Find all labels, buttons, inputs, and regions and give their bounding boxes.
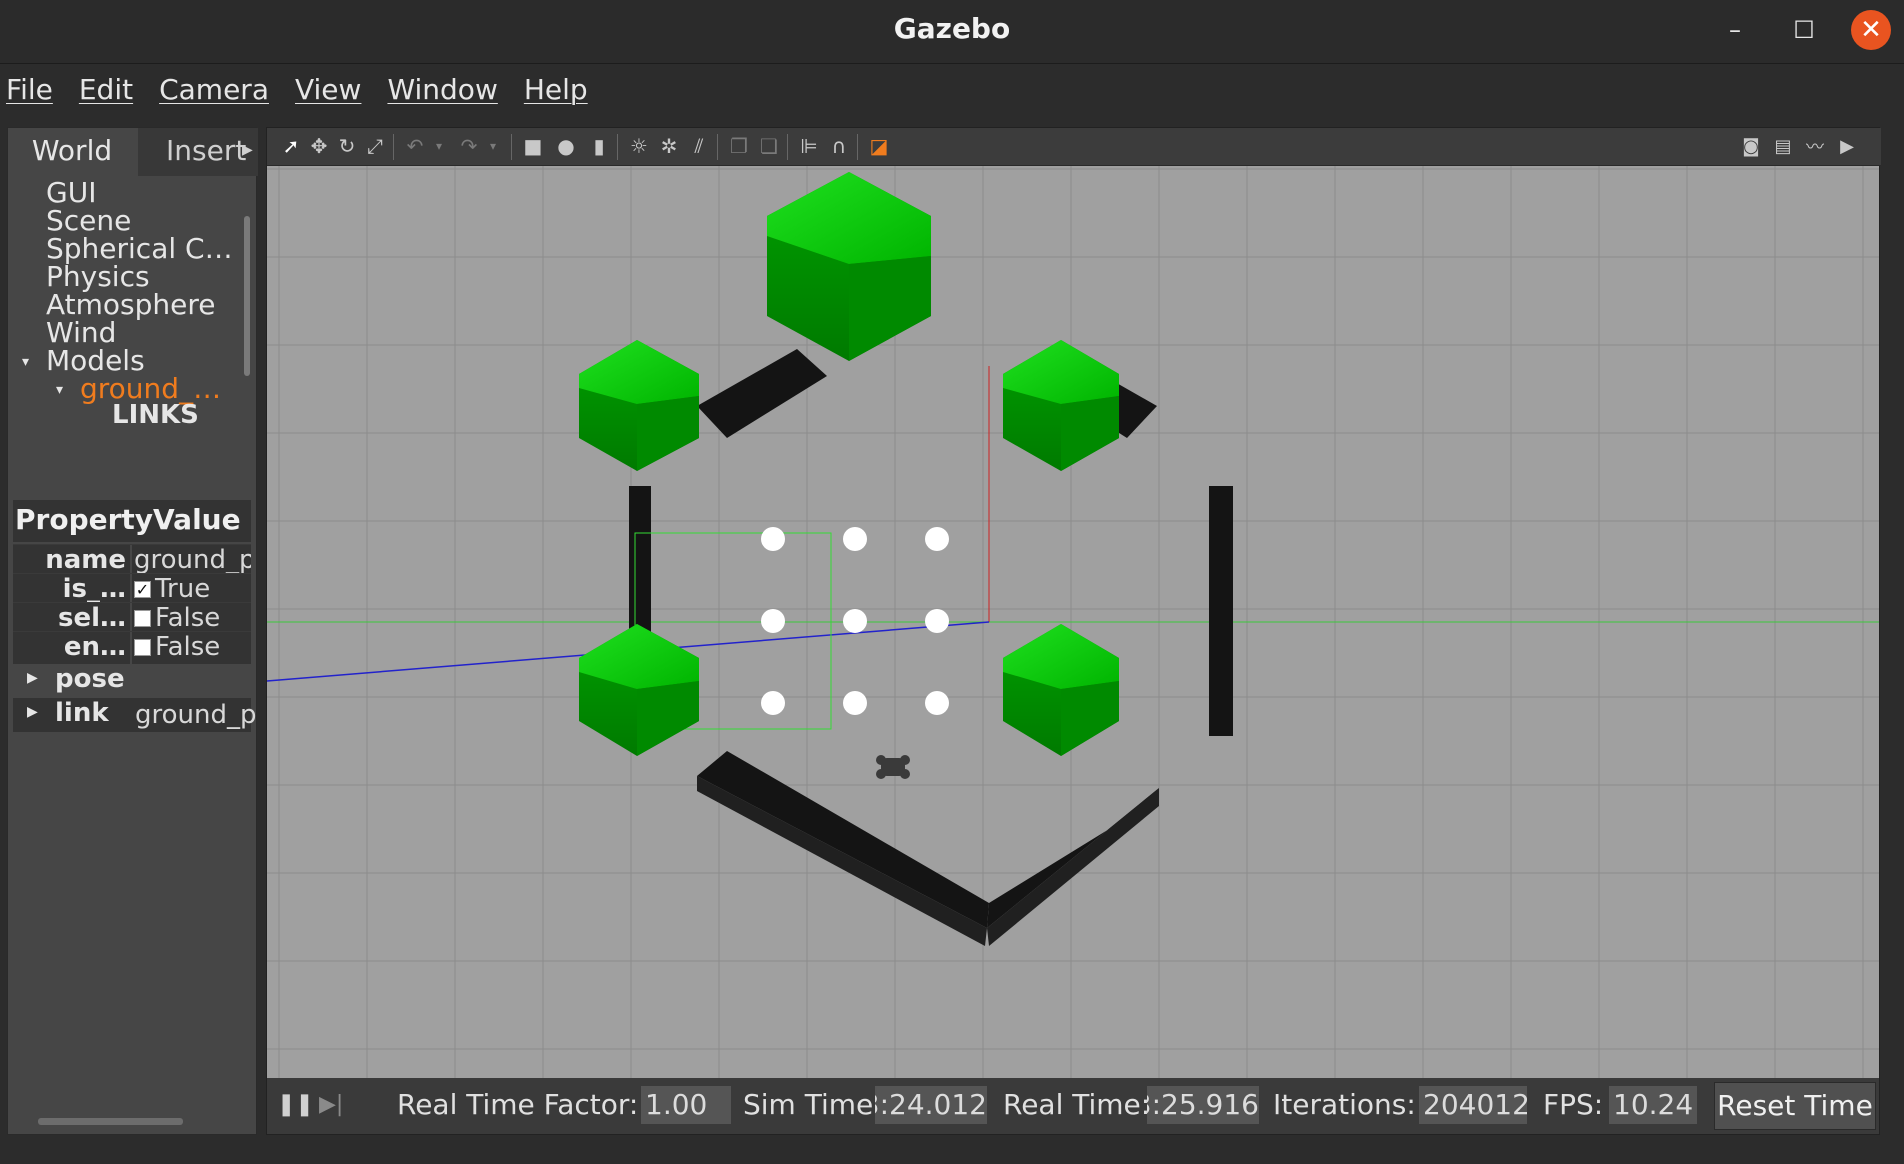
fps-value: 10.24 <box>1609 1086 1697 1124</box>
property-name: pose <box>55 664 125 694</box>
fps-label: FPS: <box>1543 1088 1604 1121</box>
property-pose-expander[interactable]: ▶ pose <box>13 664 251 698</box>
menu-window[interactable]: Window <box>387 73 497 106</box>
redo-dropdown-icon[interactable]: ▾ <box>479 132 507 160</box>
step-icon[interactable]: ▶| <box>319 1092 343 1117</box>
menu-file[interactable]: File <box>6 73 53 106</box>
box-icon[interactable]: ■ <box>519 132 547 160</box>
maximize-button[interactable]: ☐ <box>1784 10 1824 50</box>
marker-dots <box>761 527 949 715</box>
screenshot-icon[interactable]: ◙ <box>1737 132 1765 160</box>
sim-time-label: Sim Time: <box>743 1088 883 1121</box>
tree-scrollbar[interactable] <box>244 216 250 376</box>
pillar-lower-left <box>579 624 699 756</box>
ground-model-collapse-icon[interactable]: ▾ <box>56 382 63 398</box>
property-value: False <box>155 603 221 633</box>
log-icon[interactable]: ▤ <box>1769 132 1797 160</box>
scene-render <box>267 166 1879 1078</box>
scale-icon[interactable]: ⤢ <box>361 132 389 160</box>
expand-arrow-icon: ▶ <box>27 670 38 686</box>
property-value: False <box>155 632 221 662</box>
left-panel-hscrollbar[interactable] <box>38 1118 183 1125</box>
menu-help[interactable]: Help <box>524 73 588 106</box>
property-name: link <box>55 698 109 728</box>
tab-insert[interactable]: Insert ▶ <box>138 128 258 176</box>
world-tree: GUI Scene Spherical C… Physics Atmospher… <box>8 176 258 546</box>
menu-view[interactable]: View <box>295 73 361 106</box>
minimize-button[interactable]: – <box>1715 10 1755 50</box>
video-icon[interactable]: ▶ <box>1833 132 1861 160</box>
status-bar: ❚❚ ▶| Real Time Factor: 1.00 Sim Time: 3… <box>267 1078 1879 1134</box>
copy-icon[interactable]: ❐ <box>725 132 753 160</box>
rotate-icon[interactable]: ↻ <box>333 132 361 160</box>
close-button[interactable]: ✕ <box>1851 10 1891 50</box>
pause-icon[interactable]: ❚❚ <box>277 1092 314 1117</box>
plot-icon[interactable]: 〰 <box>1801 132 1829 160</box>
real-time-factor-label: Real Time Factor: <box>397 1088 639 1121</box>
pillar-upper-right <box>1003 340 1119 471</box>
menu-edit[interactable]: Edit <box>79 73 133 106</box>
hexagon-walls <box>629 349 1233 946</box>
property-header: PropertyValue <box>13 500 251 542</box>
models-collapse-icon[interactable]: ▾ <box>22 354 29 370</box>
gazebo-window: Gazebo – ☐ ✕ File Edit Camera View Windo… <box>0 0 1904 1164</box>
select-arrow-icon[interactable]: ➚ <box>277 132 305 160</box>
property-name: en… <box>13 632 130 664</box>
menu-bar: File Edit Camera View Window Help <box>0 64 1904 114</box>
checkbox-unchecked[interactable] <box>134 639 151 656</box>
title-bar: Gazebo – ☐ ✕ <box>0 0 1904 64</box>
tab-world[interactable]: World <box>8 128 136 176</box>
snap-icon[interactable]: ∩ <box>825 132 853 160</box>
directional-light-icon[interactable]: ⫽ <box>685 132 713 160</box>
paste-icon[interactable]: ❏ <box>755 132 783 160</box>
iterations-value: 204012 <box>1419 1086 1527 1124</box>
left-tabs: World Insert ▶ <box>8 128 258 176</box>
spot-light-icon[interactable]: ✲ <box>655 132 683 160</box>
checkbox-unchecked[interactable] <box>134 610 151 627</box>
menu-camera[interactable]: Camera <box>159 73 269 106</box>
property-link-expander[interactable]: ▶ link ground_p <box>13 698 257 732</box>
real-time-factor-value: 1.00 <box>641 1086 731 1124</box>
property-row-enable-wind[interactable]: en… False <box>13 631 251 664</box>
sphere-icon[interactable]: ● <box>552 132 580 160</box>
left-panel: World Insert ▶ GUI Scene Spherical C… Phy… <box>7 127 258 1135</box>
view-angle-icon[interactable]: ◪ <box>865 132 893 160</box>
pillar-upper-left <box>579 340 699 471</box>
property-row-is-static[interactable]: is_… ✓ True <box>13 573 251 606</box>
pillar-top <box>767 172 931 361</box>
robot-model <box>876 755 910 779</box>
tree-item-links[interactable]: LINKS <box>112 400 199 430</box>
scene-toolbar: ➚ ✥ ↻ ⤢ ↶ ▾ ↷ ▾ ■ ● ▮ ☼ ✲ ⫽ ❐ ❏ ⊫ ∩ ◪ ◙ <box>267 128 1881 166</box>
property-value: ground_p <box>135 700 257 730</box>
pillar-lower-right <box>1003 624 1119 756</box>
checkbox-checked[interactable]: ✓ <box>134 581 151 598</box>
real-time-value: 3:25.916 <box>1147 1086 1259 1124</box>
expand-arrow-icon: ▶ <box>27 704 38 720</box>
translate-icon[interactable]: ✥ <box>305 132 333 160</box>
undo-dropdown-icon[interactable]: ▾ <box>425 132 453 160</box>
tab-insert-label: Insert <box>166 134 247 167</box>
scene-panel: ➚ ✥ ↻ ⤢ ↶ ▾ ↷ ▾ ■ ● ▮ ☼ ✲ ⫽ ❐ ❏ ⊫ ∩ ◪ ◙ <box>266 127 1881 1135</box>
3d-viewport[interactable] <box>267 166 1879 1078</box>
sim-time-value: 3:24.012 <box>875 1086 987 1124</box>
iterations-label: Iterations: <box>1273 1088 1416 1121</box>
tab-scroll-right-icon[interactable]: ▶ <box>242 142 253 158</box>
property-value: True <box>155 574 211 604</box>
property-value-cell: False <box>132 632 251 664</box>
point-light-icon[interactable]: ☼ <box>625 132 653 160</box>
window-title: Gazebo <box>893 12 1011 45</box>
reset-time-button[interactable]: Reset Time <box>1714 1082 1876 1130</box>
property-row-self-collide[interactable]: sel… False <box>13 602 251 635</box>
align-icon[interactable]: ⊫ <box>795 132 823 160</box>
cylinder-icon[interactable]: ▮ <box>585 132 613 160</box>
real-time-label: Real Time: <box>1003 1088 1151 1121</box>
property-row-name[interactable]: name ground_p <box>13 544 251 577</box>
